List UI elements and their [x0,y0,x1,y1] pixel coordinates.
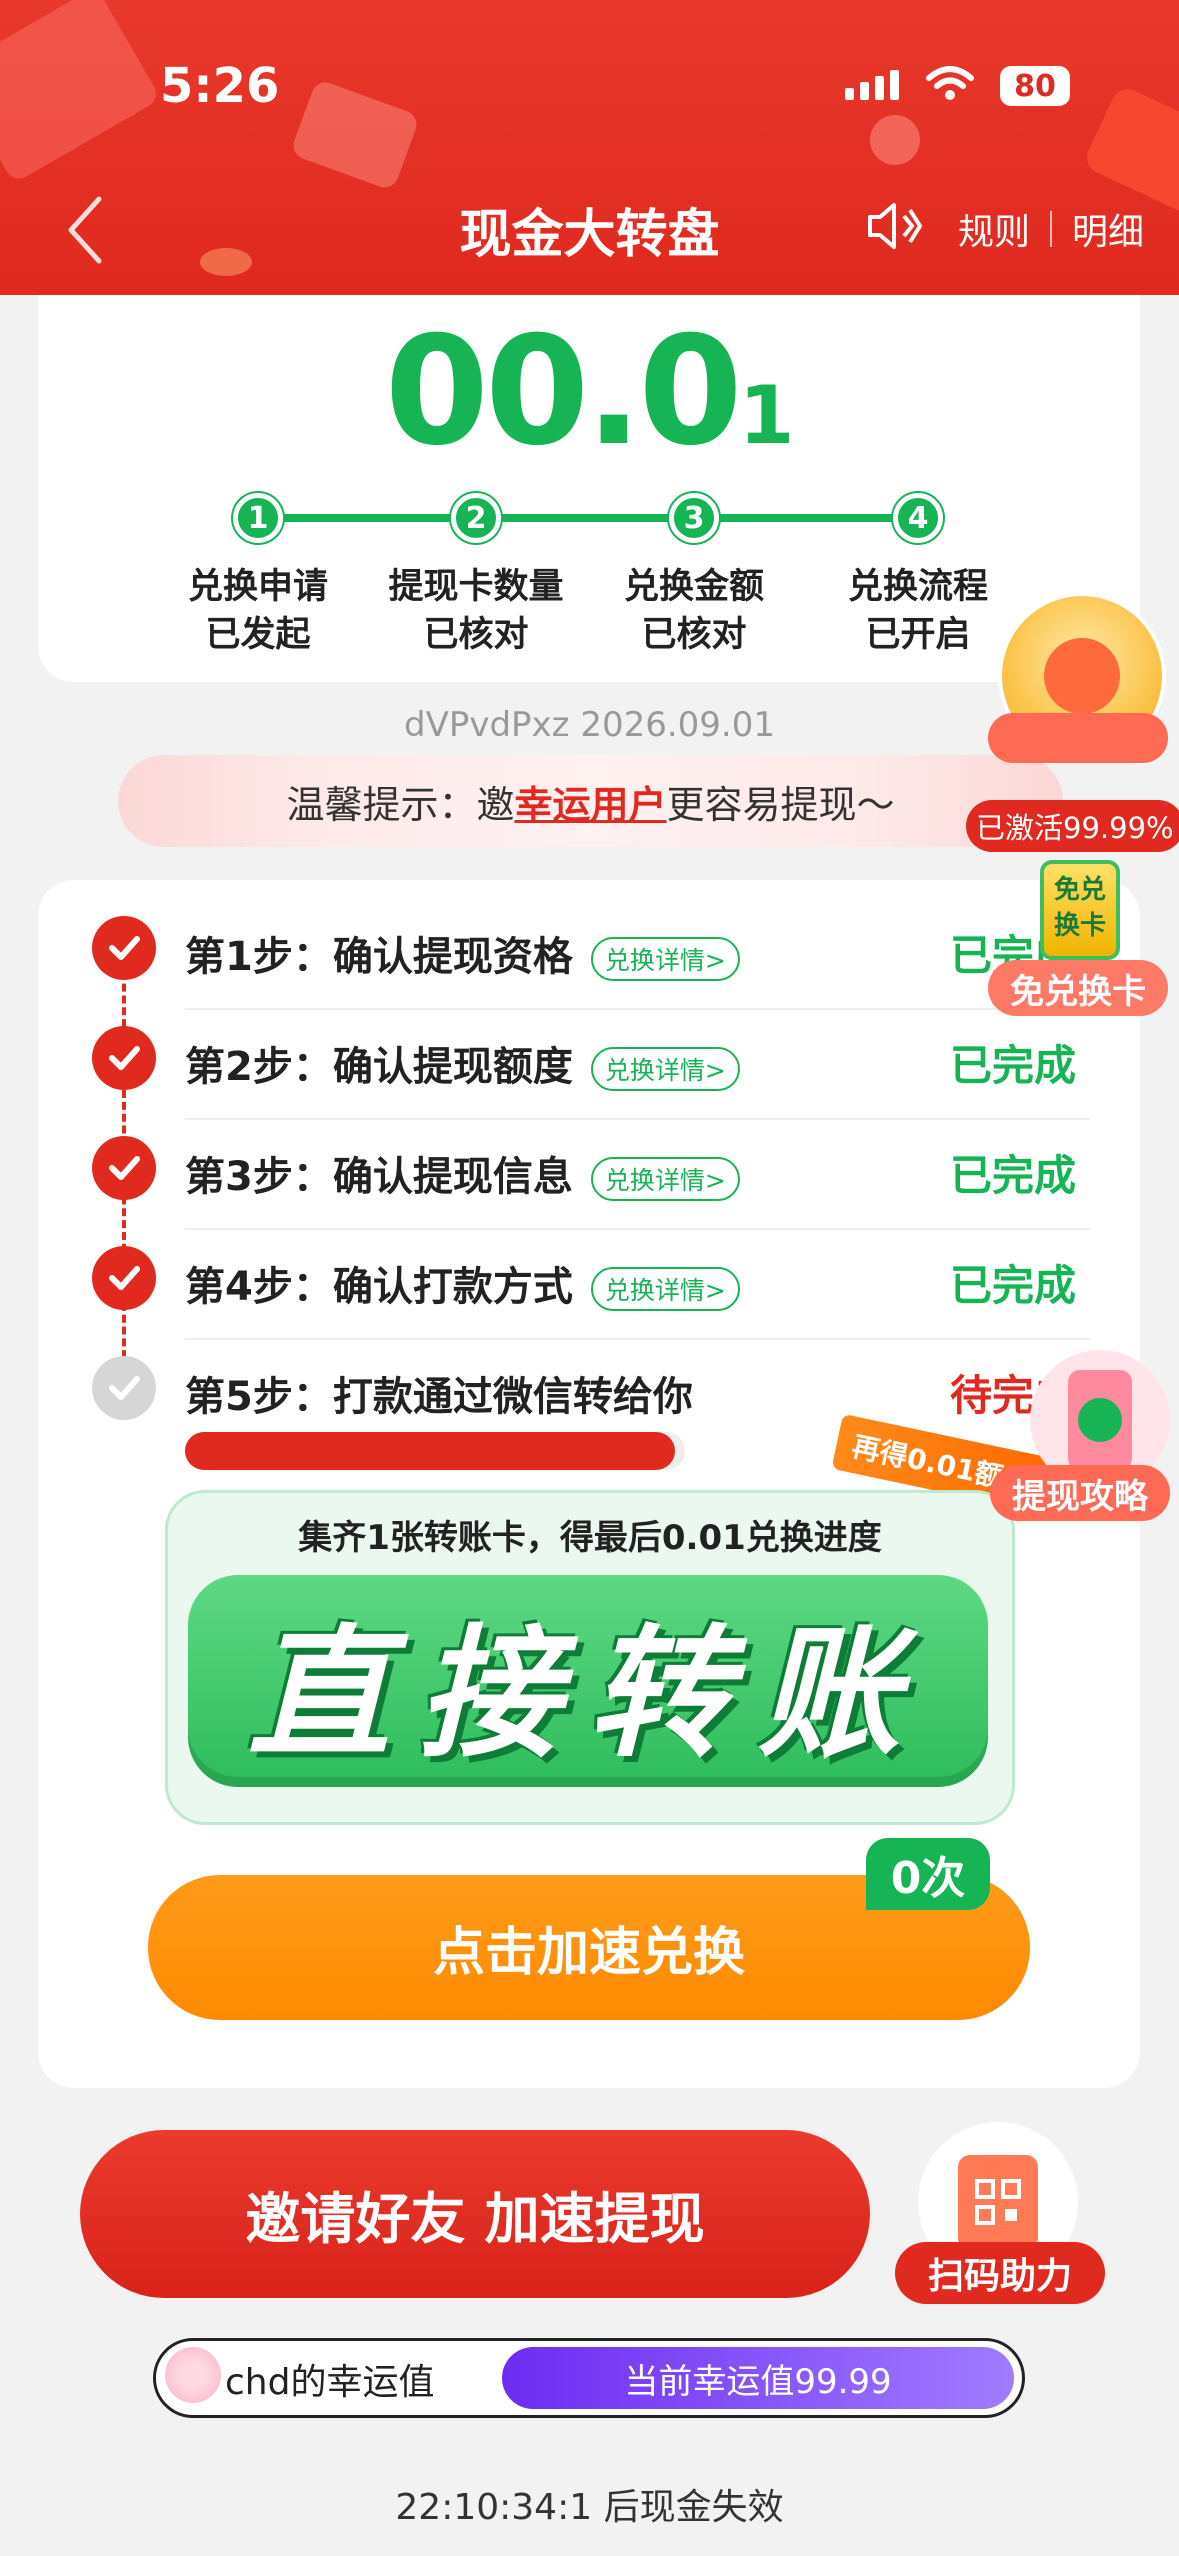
detail-link[interactable]: 兑换详情> [590,937,740,981]
step-label-line: 兑换流程 [847,567,988,607]
invite-friends-button[interactable]: 邀请好友 加速提现 [80,2130,870,2298]
check-icon [92,1246,156,1310]
step-row-2: 第2步：确认提现额度 兑换详情> [185,1034,740,1092]
progress-fill [185,1432,675,1470]
coin-decoration [870,115,920,165]
luck-value: 当前幸运值99.99 [502,2347,1014,2409]
step-status: 已完成 [950,1151,1077,1200]
step-row-5: 第5步：打款通过微信转给你 [185,1364,693,1422]
wechat-phone-icon [1068,1370,1132,1470]
tip-highlight-link[interactable]: 幸运用户 [514,774,666,829]
progress-step-label: 兑换申请 已发起 [148,563,368,659]
progress-step-label: 提现卡数量 已核对 [366,563,586,659]
signal-icon [845,70,899,100]
avatar [165,2347,221,2403]
step-label: 第2步：确认提现额度 [185,1044,573,1090]
qr-code-icon [958,2154,1038,2250]
free-card-label[interactable]: 免兑换卡 [988,960,1168,1016]
progress-step-label: 兑换金额 已核对 [584,563,804,659]
amount-tail: 1 [738,369,795,462]
divider [1050,211,1053,247]
expire-countdown: 22:10:34:1 后现金失效 [395,2487,784,2528]
step-label: 第1步：确认提现资格 [185,934,573,980]
wechat-icon [1078,1398,1122,1442]
progress-step-label: 兑换流程 已开启 [808,563,1028,659]
speaker-icon[interactable] [866,200,922,252]
step-label: 第5步：打款通过微信转给你 [185,1374,693,1420]
wifi-icon [926,66,974,100]
check-icon [92,1026,156,1090]
step-label-line: 已开启 [865,615,971,655]
progress-step-dot: 3 [669,493,719,543]
red-packet-decoration [0,0,162,184]
progress-step-dot: 4 [893,493,943,543]
divider [185,1228,1090,1230]
step-row-4: 第4步：确认打款方式 兑换详情> [185,1254,740,1312]
scan-help-label[interactable]: 扫码助力 [895,2242,1105,2304]
tip-prefix: 温馨提示：邀 [286,782,515,827]
amount-main: 00.0 [384,305,743,479]
user-avatar-icon [1044,638,1120,714]
step-label-line: 已核对 [641,615,747,655]
progress-line [258,514,918,522]
detail-link[interactable]: 兑换详情> [590,1047,740,1091]
step-label-line: 提现卡数量 [388,567,564,607]
direct-transfer-button[interactable]: 直接转账 [188,1575,988,1787]
step-row-1: 第1步：确认提现资格 兑换详情> [185,924,740,982]
free-card-icon[interactable]: 免兑换卡 [1040,860,1120,960]
pending-check-icon [92,1356,156,1420]
step-label-line: 已核对 [423,615,529,655]
header-bar: 5:26 80 现金大转盘 规则 明细 [0,0,1179,295]
step-status: 已完成 [950,1041,1077,1090]
progress-step-dot: 2 [451,493,501,543]
details-link[interactable]: 明细 [1072,203,1144,255]
transfer-title: 集齐1张转账卡，得最后0.01兑换进度 [298,1518,882,1558]
progress-step-dot: 1 [233,493,283,543]
detail-link[interactable]: 兑换详情> [590,1267,740,1311]
divider [185,1338,1090,1340]
check-icon [92,916,156,980]
step-row-3: 第3步：确认提现信息 兑换详情> [185,1144,740,1202]
check-icon [92,1136,156,1200]
cash-amount: 00.01 [0,305,1179,479]
step-status: 已完成 [950,1261,1077,1310]
tip-banner: 温馨提示：邀 幸运用户 更容易提现～ [118,755,1063,847]
medal-label [988,713,1168,763]
status-time: 5:26 [160,58,280,114]
activated-badge: 已激活99.99% [966,800,1179,852]
luck-label: chd的幸运值 [225,2362,435,2403]
withdraw-guide-label[interactable]: 提现攻略 [990,1465,1170,1521]
step-label-line: 兑换申请 [187,567,328,607]
rules-link[interactable]: 规则 [958,203,1030,255]
battery-icon: 80 [1000,66,1070,106]
step-label-line: 兑换金额 [623,567,764,607]
detail-link[interactable]: 兑换详情> [590,1157,740,1201]
divider [185,1008,1090,1010]
divider [185,1118,1090,1120]
step-label: 第4步：确认打款方式 [185,1264,573,1310]
count-badge: 0次 [866,1838,990,1910]
step-label: 第3步：确认提现信息 [185,1154,573,1200]
header-links: 规则 明细 [958,203,1144,255]
red-packet-decoration [289,78,421,192]
tip-suffix: 更容易提现～ [666,782,895,827]
step-label-line: 已发起 [205,615,311,655]
